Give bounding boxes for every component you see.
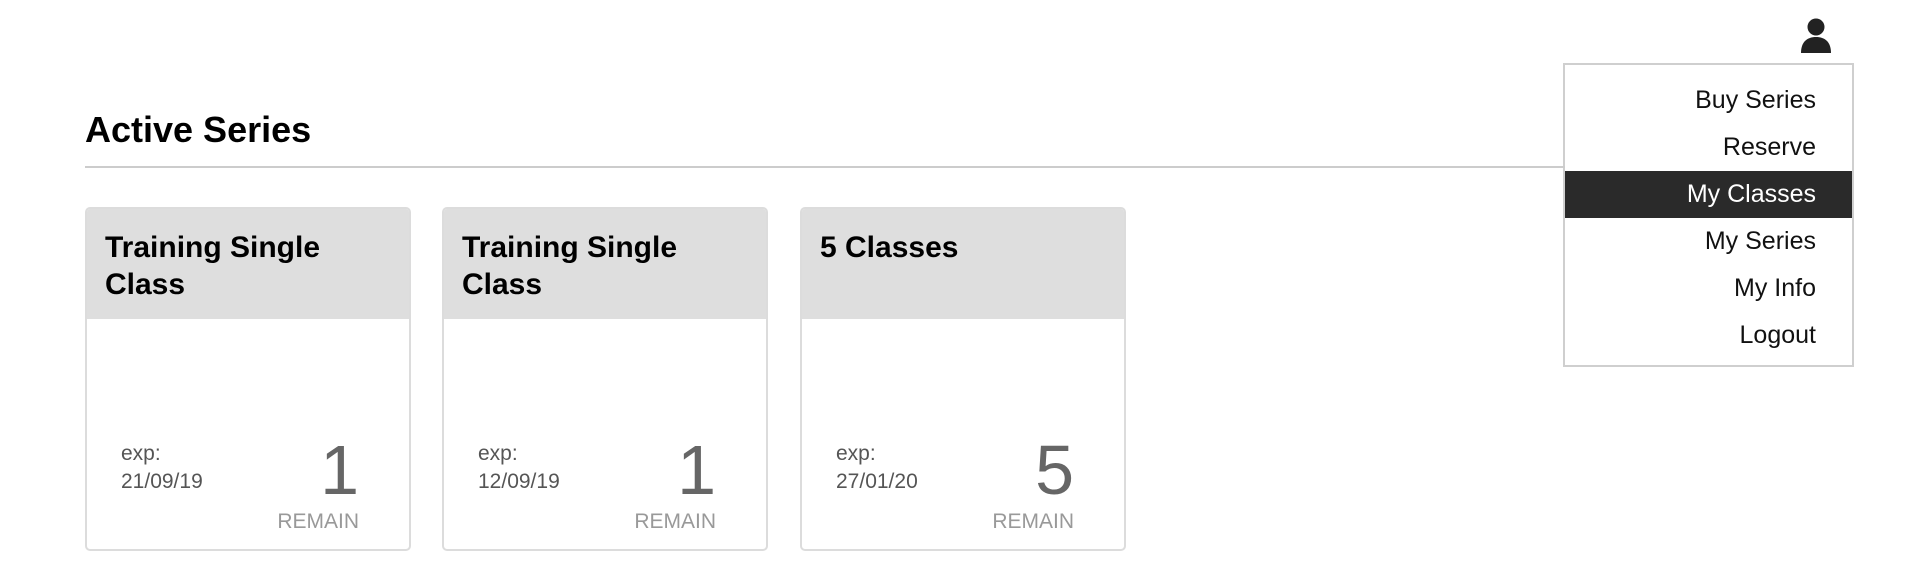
card-remaining-count: 5 <box>1035 431 1074 509</box>
menu-item-my-series[interactable]: My Series <box>1565 218 1852 265</box>
card-remain-label: REMAIN <box>992 510 1074 533</box>
user-icon[interactable] <box>1800 18 1832 54</box>
card-exp-label: exp: <box>478 442 518 465</box>
section-divider <box>85 166 1565 168</box>
card-header: Training Single Class <box>444 209 766 319</box>
page-title: Active Series <box>85 109 312 150</box>
series-card[interactable]: Training Single Class exp: 12/09/19 1 RE… <box>442 207 768 551</box>
card-title: Training Single Class <box>105 231 321 301</box>
card-header: Training Single Class <box>87 209 409 319</box>
menu-item-my-classes[interactable]: My Classes <box>1565 171 1852 218</box>
card-header: 5 Classes <box>802 209 1124 319</box>
card-remaining-count: 1 <box>320 431 359 509</box>
card-exp-date: 27/01/20 <box>836 470 918 493</box>
user-dropdown-menu: Buy Series Reserve My Classes My Series … <box>1563 63 1854 367</box>
card-remain-label: REMAIN <box>277 510 359 533</box>
menu-item-reserve[interactable]: Reserve <box>1565 124 1852 171</box>
menu-item-logout[interactable]: Logout <box>1565 312 1852 359</box>
card-exp-label: exp: <box>121 442 161 465</box>
card-remaining-count: 1 <box>677 431 716 509</box>
series-card[interactable]: Training Single Class exp: 21/09/19 1 RE… <box>85 207 411 551</box>
card-exp-date: 12/09/19 <box>478 470 560 493</box>
user-icon-glyph <box>1801 18 1831 53</box>
card-title: 5 Classes <box>820 231 959 264</box>
card-exp-label: exp: <box>836 442 876 465</box>
card-exp-date: 21/09/19 <box>121 470 203 493</box>
series-card[interactable]: 5 Classes exp: 27/01/20 5 REMAIN <box>800 207 1126 551</box>
menu-item-my-info[interactable]: My Info <box>1565 265 1852 312</box>
card-title: Training Single Class <box>462 231 678 301</box>
menu-item-buy-series[interactable]: Buy Series <box>1565 77 1852 124</box>
card-remain-label: REMAIN <box>634 510 716 533</box>
